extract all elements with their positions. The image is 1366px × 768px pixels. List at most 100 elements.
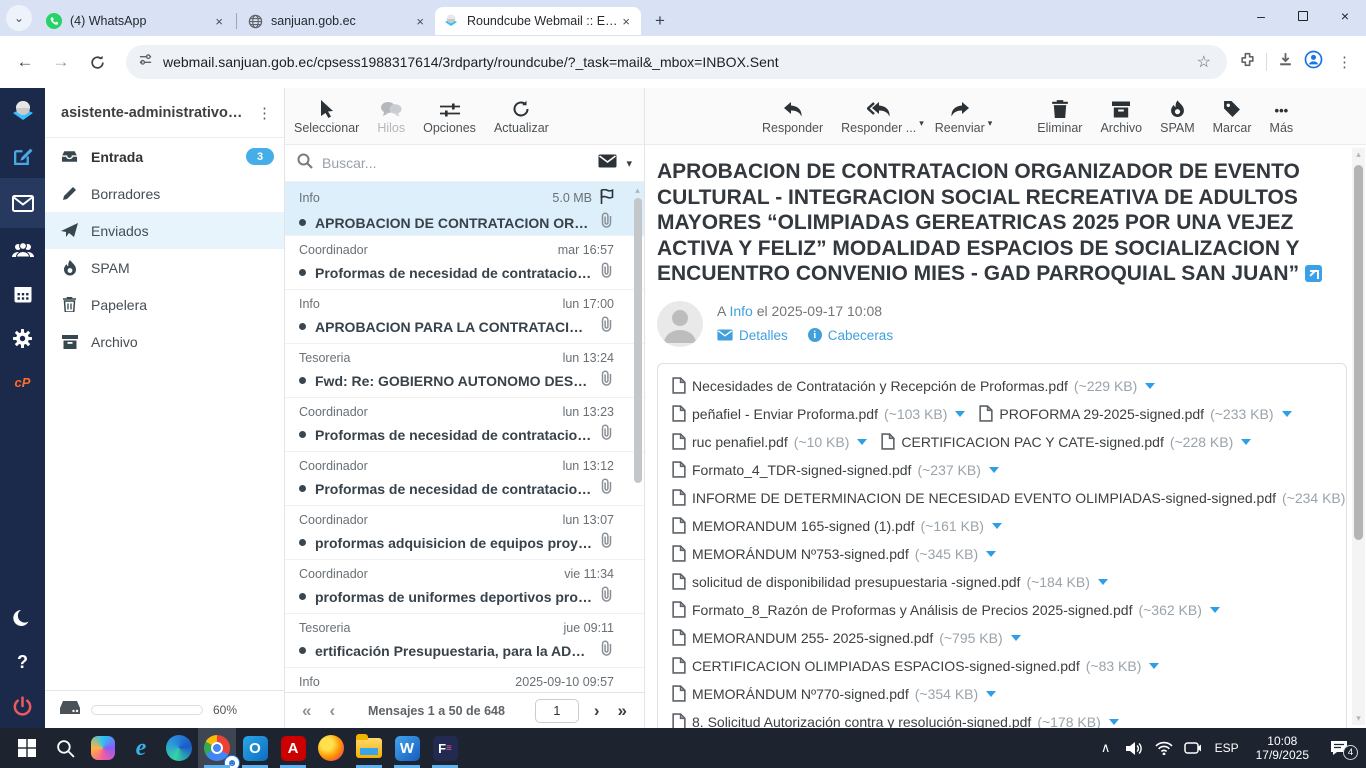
tab-whatsapp[interactable]: (4) WhatsApp × [38, 7, 234, 35]
last-page-button[interactable]: » [611, 701, 634, 721]
attachment[interactable]: MEMORÁNDUM Nº753-signed.pdf(~345 KB) [672, 540, 996, 568]
acrobat-icon[interactable]: A [274, 728, 312, 768]
forward-button[interactable]: → [46, 47, 76, 77]
attachment[interactable]: CERTIFICACION OLIMPIADAS ESPACIOS-signed… [672, 652, 1159, 680]
site-settings-icon[interactable] [138, 52, 153, 72]
attachment[interactable]: 8. Solicitud Autorización contra y resol… [672, 708, 1119, 729]
scroll-up-icon[interactable]: ▴ [635, 184, 640, 196]
attachment[interactable]: solicitud de disponibilidad presupuestar… [672, 568, 1108, 596]
archive-button[interactable]: Archivo [1091, 98, 1151, 135]
maximize-button[interactable] [1282, 0, 1324, 32]
folder-archive[interactable]: Archivo [45, 323, 284, 360]
tab-roundcube[interactable]: Roundcube Webmail :: Enviados × [435, 7, 641, 35]
prev-page-button[interactable]: ‹ [322, 701, 342, 721]
details-link[interactable]: Detalles [717, 328, 788, 343]
attachment[interactable]: peñafiel - Enviar Proforma.pdf(~103 KB) [672, 400, 965, 428]
message-row[interactable]: Info2025-09-10 09:57 [285, 668, 644, 692]
extensions-icon[interactable] [1239, 51, 1256, 73]
recipient-link[interactable]: Info [729, 303, 752, 319]
next-page-button[interactable]: › [587, 701, 607, 721]
start-button[interactable] [8, 728, 46, 768]
copilot-icon[interactable] [84, 728, 122, 768]
threads-button[interactable]: Hilos [368, 98, 414, 135]
refresh-button[interactable]: Actualizar [485, 98, 558, 135]
file-explorer-icon[interactable] [350, 728, 388, 768]
language-indicator[interactable]: ESP [1211, 741, 1243, 755]
reload-button[interactable] [82, 47, 112, 77]
close-icon[interactable]: × [413, 14, 427, 29]
attachment-menu-caret-icon[interactable] [986, 551, 996, 557]
message-row[interactable]: Coordinadorlun 13:12 Proformas de necesi… [285, 452, 644, 506]
message-row[interactable]: Info5.0 MB APROBACION DE CONTRATACION OR… [285, 182, 644, 236]
taskbar-search-icon[interactable] [46, 728, 84, 768]
attachment-menu-caret-icon[interactable] [1149, 663, 1159, 669]
message-row[interactable]: Tesoreriajue 09:11 ertificación Presupue… [285, 614, 644, 668]
word-icon[interactable]: W [388, 728, 426, 768]
message-row[interactable]: Tesorerialun 13:24 Fwd: Re: GOBIERNO AUT… [285, 344, 644, 398]
cpanel-icon[interactable]: cP [0, 360, 45, 404]
bookmark-star-icon[interactable]: ☆ [1193, 52, 1215, 72]
tab-sanjuan[interactable]: sanjuan.gob.ec × [239, 7, 435, 35]
search-input[interactable] [322, 155, 589, 171]
scrollbar-thumb[interactable] [634, 198, 642, 483]
external-link-icon[interactable] [1305, 265, 1322, 282]
message-row[interactable]: Coordinadorvie 11:34 proformas de unifor… [285, 560, 644, 614]
reply-all-button[interactable]: Responder ... [832, 98, 925, 135]
downloads-icon[interactable] [1277, 51, 1294, 73]
attachment[interactable]: INFORME DE DETERMINACION DE NECESIDAD EV… [672, 484, 1363, 512]
attachment[interactable]: MEMORÁNDUM Nº770-signed.pdf(~354 KB) [672, 680, 996, 708]
search-options-chevron-icon[interactable]: ▾ [626, 157, 632, 170]
attachment[interactable]: ruc penafiel.pdf(~10 KB) [672, 428, 867, 456]
page-number-input[interactable]: 1 [535, 699, 579, 723]
chrome-taskbar-icon[interactable]: ☻ [198, 728, 236, 768]
attachment-menu-caret-icon[interactable] [986, 691, 996, 697]
flag-icon[interactable] [600, 189, 614, 207]
help-icon[interactable]: ? [0, 640, 45, 684]
f-app-icon[interactable]: F≡ [426, 728, 464, 768]
attachment-menu-caret-icon[interactable] [955, 411, 965, 417]
folder-inbox[interactable]: Entrada 3 [45, 138, 284, 175]
attachment-menu-caret-icon[interactable] [989, 467, 999, 473]
attachment-menu-caret-icon[interactable] [1011, 635, 1021, 641]
attachment[interactable]: MEMORANDUM 255- 2025-signed.pdf(~795 KB) [672, 624, 1021, 652]
more-button[interactable]: ••• Más [1261, 98, 1303, 135]
message-row[interactable]: Coordinadormar 16:57 Proformas de necesi… [285, 236, 644, 290]
attachment[interactable]: Necesidades de Contratación y Recepción … [672, 372, 1155, 400]
forward-button[interactable]: Reenviar [926, 98, 994, 135]
url-bar[interactable]: webmail.sanjuan.gob.ec/cpsess1988317614/… [126, 45, 1227, 79]
reply-all-menu-chevron-icon[interactable]: ▾ [919, 118, 924, 129]
contacts-icon[interactable] [0, 228, 45, 272]
options-button[interactable]: Opciones [414, 98, 485, 135]
account-menu-icon[interactable]: ⋮ [253, 104, 276, 122]
url-text[interactable]: webmail.sanjuan.gob.ec/cpsess1988317614/… [163, 54, 1193, 70]
attachment-menu-caret-icon[interactable] [1241, 439, 1251, 445]
chrome-menu-icon[interactable]: ⋮ [1333, 53, 1356, 71]
scroll-down-icon[interactable]: ▾ [1356, 712, 1361, 725]
list-scrollbar[interactable]: ▴ [631, 184, 644, 691]
first-page-button[interactable]: « [295, 701, 318, 721]
close-window-button[interactable]: × [1324, 0, 1366, 32]
clock[interactable]: 10:08 17/9/2025 [1250, 734, 1315, 762]
spam-button[interactable]: SPAM [1151, 98, 1204, 135]
scroll-up-icon[interactable]: ▴ [1356, 148, 1361, 161]
outlook-icon[interactable]: O [236, 728, 274, 768]
close-icon[interactable]: × [212, 14, 226, 29]
message-scrollbar[interactable]: ▴ ▾ [1352, 148, 1365, 725]
delete-button[interactable]: Eliminar [1028, 98, 1091, 135]
firefox-icon[interactable] [312, 728, 350, 768]
attachment-menu-caret-icon[interactable] [1145, 383, 1155, 389]
tab-search-button[interactable]: ⌄ [6, 5, 32, 31]
wifi-icon[interactable] [1153, 741, 1175, 755]
message-row[interactable]: Coordinadorlun 13:23 Proformas de necesi… [285, 398, 644, 452]
volume-icon[interactable] [1124, 741, 1146, 756]
compose-icon[interactable] [0, 134, 45, 178]
dark-mode-moon-icon[interactable] [0, 596, 45, 640]
meet-now-icon[interactable] [1182, 741, 1204, 755]
profile-icon[interactable] [1304, 50, 1323, 74]
folder-trash[interactable]: Papelera [45, 286, 284, 323]
logout-power-icon[interactable] [0, 684, 45, 728]
forward-menu-chevron-icon[interactable]: ▾ [988, 118, 993, 129]
attachment[interactable]: Formato_4_TDR-signed-signed.pdf(~237 KB) [672, 456, 999, 484]
attachment[interactable]: Formato_8_Razón de Proformas y Análisis … [672, 596, 1220, 624]
settings-gear-icon[interactable] [0, 316, 45, 360]
